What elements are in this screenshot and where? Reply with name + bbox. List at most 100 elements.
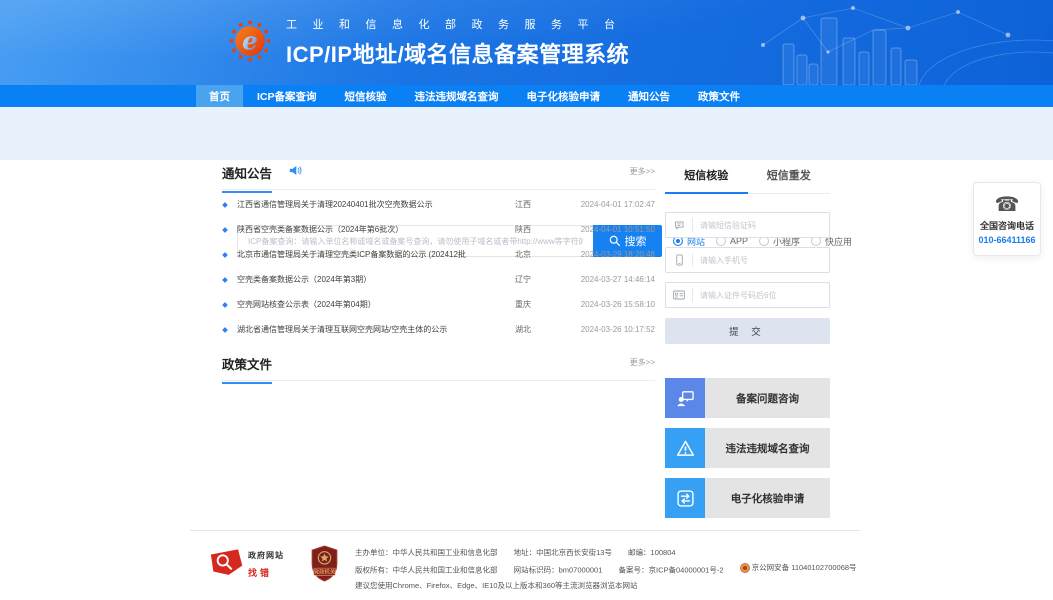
list-item: 陕西省空壳类备案数据公示（2024年第6批次） 陕西 2024-04-01 10…: [222, 217, 655, 242]
diamond-bullet-icon: [222, 302, 228, 308]
notice-link[interactable]: 北京市通信管理局关于清理空壳类ICP备案数据的公示 (202412批: [237, 249, 515, 260]
consult-icon: [665, 378, 705, 418]
warning-icon: [665, 428, 705, 468]
error-logo-line1: 政府网站: [248, 551, 284, 560]
notice-datetime: 2024-03-27 14:46:14: [537, 275, 655, 284]
footer-address: 地址：中国北京西长安街13号: [514, 548, 612, 557]
hotline-number: 010-66411166: [978, 235, 1035, 245]
quicklink-e-verify[interactable]: 电子化核验申请: [665, 478, 830, 518]
quicklink-consult[interactable]: 备案问题咨询: [665, 378, 830, 418]
hotline-card: ☎ 全国咨询电话 010-66411166: [973, 182, 1041, 256]
notice-province: 重庆: [515, 299, 537, 310]
policies-title: 政策文件: [222, 354, 272, 384]
error-logo-line2: 找错: [248, 568, 272, 578]
brand: e 工业和信息化部政务服务平台 ICP/IP地址/域名信息备案管理系统: [227, 13, 631, 69]
e-verify-icon: [665, 478, 705, 518]
notice-link[interactable]: 湖北省通信管理局关于清理互联网空壳网站/空壳主体的公示: [237, 324, 515, 335]
footer: 政府网站 找错 党政机关 主办单位：中华人民共和国工业和信息化部 地址：中国北京…: [0, 530, 1053, 600]
sms-code-input[interactable]: [692, 218, 829, 232]
notice-province: 江西: [515, 199, 537, 210]
notice-link[interactable]: 陕西省空壳类备案数据公示（2024年第6批次）: [237, 224, 515, 235]
sms-form: 提 交: [665, 212, 830, 344]
notice-province: 辽宁: [515, 274, 537, 285]
main-nav: 首页 ICP备案查询 短信核验 违法违规域名查询 电子化核验申请 通知公告 政策…: [0, 85, 1053, 107]
diamond-bullet-icon: [222, 327, 228, 333]
page: e 工业和信息化部政务服务平台 ICP/IP地址/域名信息备案管理系统 首页 I…: [0, 0, 1053, 600]
footer-inner: 政府网站 找错 党政机关 主办单位：中华人民共和国工业和信息化部 地址：中国北京…: [190, 530, 860, 593]
notices-column: 通知公告 更多>> 江西省通信管理局关于清理20240401批次空壳数据公示 江…: [222, 163, 655, 381]
sms-code-field-wrap: [665, 212, 830, 238]
policies-more-link[interactable]: 更多>>: [630, 357, 655, 368]
header-titles: 工业和信息化部政务服务平台 ICP/IP地址/域名信息备案管理系统: [286, 13, 631, 69]
footer-icp-number[interactable]: 备案号：京ICP备04000001号-2: [618, 566, 723, 575]
nav-item-policies[interactable]: 政策文件: [684, 85, 754, 107]
notice-link[interactable]: 空壳类备案数据公示（2024年第3期）: [237, 274, 515, 285]
sms-code-icon: [666, 220, 692, 231]
tab-sms-verify[interactable]: 短信核验: [665, 167, 748, 194]
nav-item-sms-verify[interactable]: 短信核验: [331, 85, 401, 107]
notice-datetime: 2024-04-01 10:51:50: [537, 225, 655, 234]
nav-item-home[interactable]: 首页: [196, 85, 243, 107]
nav-items: 首页 ICP备案查询 短信核验 违法违规域名查询 电子化核验申请 通知公告 政策…: [196, 85, 754, 107]
idcard-icon: [666, 290, 692, 300]
diamond-bullet-icon: [222, 252, 228, 258]
svg-text:党政机关: 党政机关: [314, 568, 336, 576]
list-item: 北京市通信管理局关于清理空壳类ICP备案数据的公示 (202412批 北京 20…: [222, 242, 655, 267]
quicklink-illegal-domain[interactable]: 违法违规域名查询: [665, 428, 830, 468]
mobile-icon: [666, 254, 692, 266]
footer-text: 主办单位：中华人民共和国工业和信息化部 地址：中国北京西长安街13号 邮编：10…: [355, 545, 857, 593]
platform-title: 工业和信息化部政务服务平台: [286, 16, 631, 32]
notices-header: 通知公告 更多>>: [222, 163, 655, 190]
sms-panel: 短信核验 短信重发 提 交: [665, 167, 830, 528]
policies-header: 政策文件 更多>>: [222, 354, 655, 381]
quick-links: 备案问题咨询 违法违规域名查询: [665, 378, 830, 518]
system-title: ICP/IP地址/域名信息备案管理系统: [286, 37, 631, 69]
list-item: 江西省通信管理局关于清理20240401批次空壳数据公示 江西 2024-04-…: [222, 192, 655, 217]
list-item: 空壳类备案数据公示（2024年第3期） 辽宁 2024-03-27 14:46:…: [222, 267, 655, 292]
diamond-bullet-icon: [222, 202, 228, 208]
hotline-label: 全国咨询电话: [980, 219, 1034, 232]
footer-site-code: 网站标识码：bm07000001: [514, 566, 603, 575]
search-section: 搜索 网站 APP 小程序 快应用: [0, 107, 1053, 160]
telephone-icon: ☎: [995, 194, 1020, 216]
police-badge-icon: [740, 563, 750, 573]
notice-list: 江西省通信管理局关于清理20240401批次空壳数据公示 江西 2024-04-…: [222, 190, 655, 342]
quicklink-label: 电子化核验申请: [705, 478, 830, 518]
notice-province: 陕西: [515, 224, 537, 235]
idcard-field-wrap: [665, 282, 830, 308]
notice-province: 北京: [515, 249, 537, 260]
gov-badge-shield-icon[interactable]: 党政机关: [310, 545, 339, 582]
notice-datetime: 2024-03-26 15:58:10: [537, 300, 655, 309]
mobile-field-wrap: [665, 247, 830, 273]
nav-item-illegal-domain[interactable]: 违法违规域名查询: [401, 85, 513, 107]
mobile-input[interactable]: [692, 253, 829, 267]
notices-title: 通知公告: [222, 163, 272, 193]
notice-datetime: 2024-04-01 17:02:47: [537, 200, 655, 209]
footer-browser-tip: 建议您使用Chrome、Firefox、Edge、IE10及以上版本和360等主…: [355, 581, 638, 590]
idcard-input[interactable]: [692, 288, 829, 302]
footer-police-number[interactable]: 京公网安备 11040102700068号: [740, 560, 857, 575]
notice-link[interactable]: 空壳网站核查公示表（2024年第04期）: [237, 299, 515, 310]
footer-postcode: 邮编：100804: [628, 548, 676, 557]
tab-sms-resend[interactable]: 短信重发: [748, 167, 831, 193]
notices-more-link[interactable]: 更多>>: [630, 166, 655, 177]
notice-datetime: 2024-03-29 18:20:48: [537, 250, 655, 259]
list-item: 湖北省通信管理局关于清理互联网空壳网站/空壳主体的公示 湖北 2024-03-2…: [222, 317, 655, 342]
speaker-icon: [289, 165, 302, 176]
header-banner: e 工业和信息化部政务服务平台 ICP/IP地址/域名信息备案管理系统: [0, 0, 1053, 85]
gov-site-error-report-logo[interactable]: 政府网站 找错: [210, 545, 284, 581]
sms-tabs: 短信核验 短信重发: [665, 167, 830, 194]
miit-gear-logo-icon: e: [227, 18, 273, 64]
nav-item-icp-query[interactable]: ICP备案查询: [243, 85, 331, 107]
error-report-flag-icon: [210, 547, 244, 579]
footer-line-3: 建议您使用Chrome、Firefox、Edge、IE10及以上版本和360等主…: [355, 578, 857, 593]
quicklink-label: 违法违规域名查询: [705, 428, 830, 468]
submit-button[interactable]: 提 交: [665, 318, 830, 344]
notice-link[interactable]: 江西省通信管理局关于清理20240401批次空壳数据公示: [237, 199, 515, 210]
nav-item-notices[interactable]: 通知公告: [614, 85, 684, 107]
nav-item-e-verify[interactable]: 电子化核验申请: [513, 85, 615, 107]
svg-text:e: e: [242, 27, 258, 56]
notice-province: 湖北: [515, 324, 537, 335]
notice-datetime: 2024-03-26 10:17:52: [537, 325, 655, 334]
footer-line-2: 版权所有：中华人民共和国工业和信息化部 网站标识码：bm07000001 备案号…: [355, 560, 857, 578]
